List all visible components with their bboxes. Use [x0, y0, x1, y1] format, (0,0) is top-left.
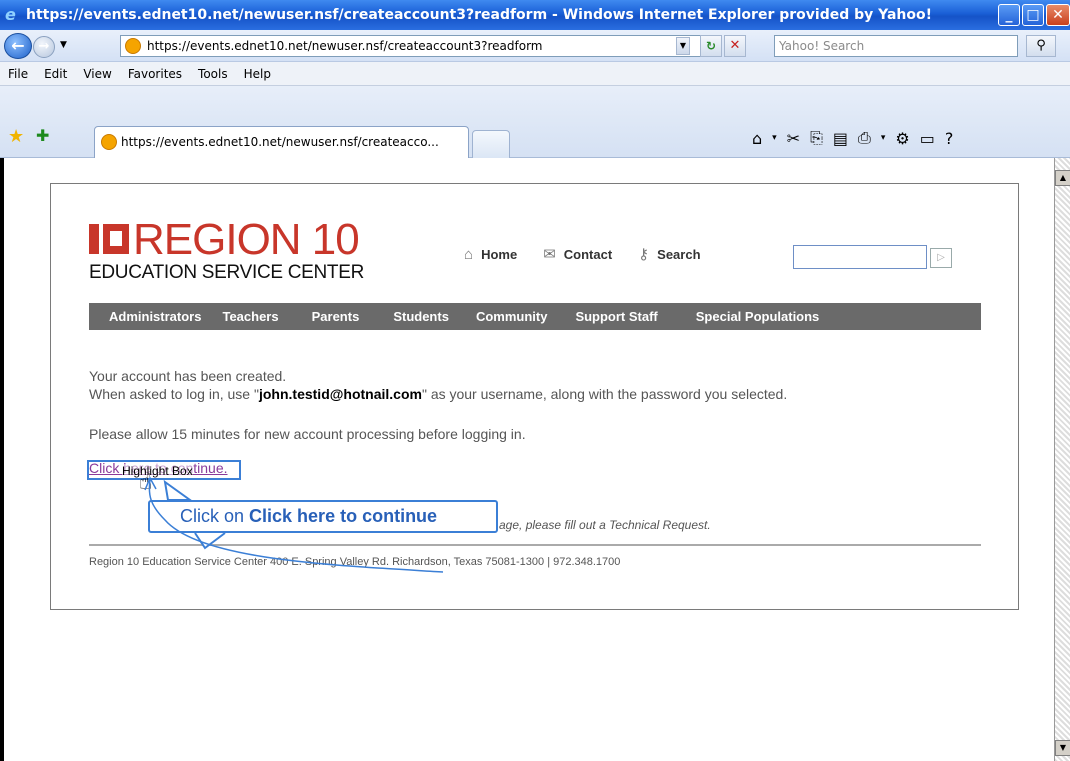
- nav-support-staff[interactable]: Support Staff: [575, 309, 657, 324]
- vertical-scrollbar[interactable]: ▲ ▼: [1054, 158, 1070, 761]
- contact-link[interactable]: ✉ Contact: [543, 245, 612, 263]
- copy-icon[interactable]: ⎘: [810, 128, 823, 148]
- home-link[interactable]: ⌂ Home: [464, 246, 517, 263]
- scroll-down-icon[interactable]: ▼: [1055, 740, 1070, 756]
- logo-subtitle: EDUCATION SERVICE CENTER: [89, 262, 365, 283]
- footer-address: Region 10 Education Service Center 400 E…: [89, 556, 621, 568]
- tools-gear-icon[interactable]: ⚙: [895, 129, 909, 148]
- add-favorites-icon[interactable]: ✚: [36, 126, 49, 145]
- home-link-label: Home: [481, 246, 518, 262]
- nav-administrators[interactable]: Administrators: [109, 309, 201, 324]
- scroll-up-icon[interactable]: ▲: [1055, 170, 1070, 186]
- stop-icon[interactable]: ✕: [724, 35, 746, 57]
- region10-logo[interactable]: REGION 10 EDUCATION SERVICE CENTER: [89, 216, 389, 292]
- hand-cursor-icon: ☝: [139, 470, 153, 495]
- nav-teachers[interactable]: Teachers: [222, 309, 278, 324]
- menu-bar: File Edit View Favorites Tools Help: [0, 62, 1070, 86]
- ie-logo-icon: e: [5, 5, 16, 24]
- search-icon[interactable]: ⚲: [1026, 35, 1056, 57]
- tab-current[interactable]: https://events.ednet10.net/newuser.nsf/c…: [94, 126, 469, 158]
- address-toolbar: ← → ▼ https://events.ednet10.net/newuser…: [0, 30, 1070, 62]
- address-input[interactable]: https://events.ednet10.net/newuser.nsf/c…: [120, 35, 720, 57]
- new-tab-button[interactable]: [472, 130, 510, 158]
- instruction-callout: Click on Click here to continue: [148, 500, 498, 533]
- menu-file[interactable]: File: [8, 67, 36, 81]
- highlight-box-label: Highlight Box: [122, 464, 193, 478]
- cut-icon[interactable]: ✂: [787, 129, 800, 148]
- window-title-bar: e https://events.ednet10.net/newuser.nsf…: [0, 0, 1070, 30]
- menu-favorites[interactable]: Favorites: [128, 67, 190, 81]
- callout-prefix: Click on: [180, 506, 250, 526]
- menu-view[interactable]: View: [83, 67, 119, 81]
- login-instructions: When asked to log in, use "john.testid@h…: [89, 386, 787, 402]
- username-value: john.testid@hotnail.com: [258, 386, 422, 402]
- key-icon: ⚷: [638, 246, 650, 263]
- help-icon[interactable]: ?: [945, 129, 954, 148]
- site-search-input[interactable]: [793, 245, 927, 269]
- close-button[interactable]: ✕: [1046, 4, 1070, 26]
- top-links: ⌂ Home ✉ Contact ⚷ Search: [464, 244, 727, 264]
- address-text: https://events.ednet10.net/newuser.nsf/c…: [147, 39, 543, 53]
- site-search-go-icon[interactable]: ▷: [930, 248, 952, 268]
- recent-pages-dropdown[interactable]: ▼: [60, 40, 67, 50]
- search-link[interactable]: ⚷ Search: [638, 245, 700, 263]
- page-icon[interactable]: ▭: [920, 129, 935, 148]
- footer-divider: [89, 544, 981, 546]
- nav-community[interactable]: Community: [476, 309, 548, 324]
- paste-icon[interactable]: ▤: [833, 129, 848, 148]
- home-icon[interactable]: ⌂: [752, 129, 762, 148]
- search-input[interactable]: Yahoo! Search: [774, 35, 1018, 57]
- refresh-icon[interactable]: ↻: [700, 35, 722, 57]
- account-created-message: Your account has been created.: [89, 368, 287, 384]
- site-icon: [125, 38, 141, 54]
- menu-help[interactable]: Help: [244, 67, 279, 81]
- print-icon[interactable]: ⎙: [858, 128, 871, 148]
- nav-parents[interactable]: Parents: [312, 309, 360, 324]
- tab-label: https://events.ednet10.net/newuser.nsf/c…: [121, 135, 439, 149]
- login-suffix: " as your username, along with the passw…: [421, 386, 788, 402]
- back-button[interactable]: ←: [4, 33, 32, 59]
- logo-title: REGION 10: [133, 215, 360, 264]
- menu-tools[interactable]: Tools: [198, 67, 236, 81]
- tab-bar: ★ ✚ https://events.ednet10.net/newuser.n…: [0, 86, 1070, 158]
- contact-link-label: Contact: [563, 246, 613, 262]
- print-dropdown-icon[interactable]: ▾: [881, 133, 886, 143]
- favorites-star-icon[interactable]: ★: [8, 126, 24, 147]
- search-link-label: Search: [657, 246, 701, 262]
- nav-students[interactable]: Students: [393, 309, 449, 324]
- login-prefix: When asked to log in, use ": [89, 386, 259, 402]
- nav-special-populations[interactable]: Special Populations: [696, 309, 820, 324]
- logo-mark-icon: [89, 224, 129, 254]
- envelope-icon: ✉: [543, 246, 556, 263]
- window-title: https://events.ednet10.net/newuser.nsf/c…: [26, 7, 933, 23]
- minimize-button[interactable]: _: [998, 4, 1020, 26]
- house-icon: ⌂: [464, 245, 474, 263]
- tab-site-icon: [101, 134, 117, 150]
- main-nav: Administrators Teachers Parents Students…: [89, 303, 981, 330]
- maximize-button[interactable]: □: [1022, 4, 1044, 26]
- processing-note: Please allow 15 minutes for new account …: [89, 426, 526, 442]
- address-dropdown-button[interactable]: ▼: [676, 37, 690, 55]
- menu-edit[interactable]: Edit: [44, 67, 75, 81]
- home-dropdown-icon[interactable]: ▾: [772, 133, 777, 143]
- technical-request-note: age, please fill out a Technical Request…: [499, 518, 711, 532]
- command-bar: ⌂ ▾ ✂ ⎘ ▤ ⎙ ▾ ⚙ ▭ ?: [752, 126, 953, 150]
- callout-bold: Click here to continue: [249, 506, 438, 526]
- forward-button[interactable]: →: [33, 36, 55, 58]
